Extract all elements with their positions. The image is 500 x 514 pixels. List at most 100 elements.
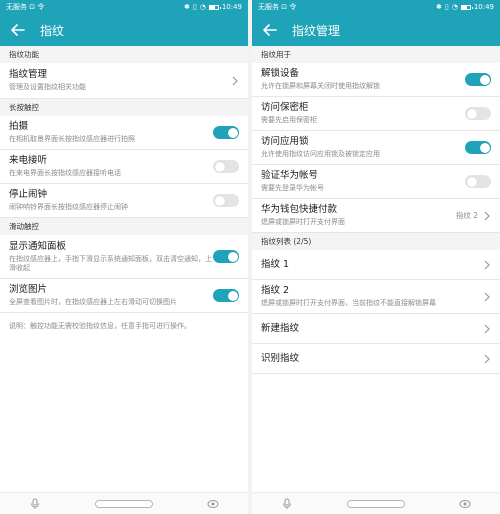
row-title: 浏览图片 <box>9 284 48 295</box>
row-subtitle: 管理及设置指纹相关功能 <box>9 83 86 91</box>
battery-fill <box>209 5 215 9</box>
alarm-icon: ◔ <box>451 2 458 11</box>
toggle-knob <box>479 142 490 153</box>
access-safe-toggle[interactable] <box>465 107 491 120</box>
stop-alarm-row: 停止闹钟 闹钟响铃界面长按指纹感应器停止闹钟 <box>0 184 248 218</box>
eye-icon[interactable] <box>458 497 472 511</box>
new-fingerprint-row[interactable]: 新建指纹 <box>252 314 500 344</box>
fingerprint-screen: 无服务 ⊡ 令 ✱ ▯ ◔ 10:49 指纹 指纹功能 指纹管理 管理及设置指纹… <box>0 0 248 514</box>
carrier-status: 无服务 ⊡ 令 <box>258 3 297 11</box>
battery-icon <box>208 4 221 10</box>
row-title: 指纹 1 <box>261 258 290 270</box>
eye-icon[interactable] <box>206 497 220 511</box>
chevron-right-icon <box>482 354 491 364</box>
row-title: 来电接听 <box>9 155 48 166</box>
battery-fill <box>461 5 467 9</box>
browse-pictures-row: 浏览图片 全屏查看图片时，在指纹感应器上左右滑动可切换图片 <box>0 279 248 313</box>
row-subtitle: 在相机取景界面长按指纹感应器进行拍照 <box>9 135 135 143</box>
home-pill[interactable] <box>347 499 405 508</box>
page-title: 指纹管理 <box>292 23 341 38</box>
row-title: 华为钱包快捷付款 <box>261 204 338 215</box>
access-safe-row: 访问保密柜 需要先启用保密柜 <box>252 97 500 131</box>
bluetooth-icon: ✱ <box>435 2 442 11</box>
touch-note: 说明：触控功能无需校验指纹信息，任意手指可进行操作。 <box>9 322 191 330</box>
section-header-fingerprint-list: 指纹列表 (2/5) <box>252 233 500 250</box>
chevron-right-icon <box>482 324 491 334</box>
battery-icon <box>460 4 473 10</box>
fingerprint-2-row[interactable]: 指纹 2 熄屏或锁屏时打开支付界面，当前指纹不能直接解锁屏幕 <box>252 280 500 314</box>
status-bar: 无服务 ⊡ 令 ✱ ▯ ◔ 10:49 <box>0 0 248 14</box>
row-subtitle: 闹钟响铃界面长按指纹感应器停止闹钟 <box>9 203 128 211</box>
microphone-icon[interactable] <box>28 497 42 511</box>
browse-pictures-toggle[interactable] <box>213 289 239 302</box>
vibrate-icon: ▯ <box>444 2 449 11</box>
identify-fingerprint-row[interactable]: 识别指纹 <box>252 344 500 374</box>
chevron-right-icon <box>482 292 491 302</box>
row-subtitle: 全屏查看图片时，在指纹感应器上左右滑动可切换图片 <box>9 298 177 306</box>
selected-fingerprint-value: 指纹 2 <box>455 211 478 220</box>
fingerprint-management-screen: 无服务 ⊡ 令 ✱ ▯ ◔ 10:49 指纹管理 指纹用于 解锁设备 允许在锁屏… <box>252 0 500 514</box>
chevron-right-icon <box>482 260 491 270</box>
row-title: 验证华为帐号 <box>261 170 319 181</box>
toggle-knob <box>466 176 477 187</box>
answer-call-row: 来电接听 在来电界面长按指纹感应器接听电话 <box>0 150 248 184</box>
row-subtitle: 需要先登录华为帐号 <box>261 184 324 192</box>
chevron-right-icon <box>230 76 239 86</box>
row-title: 解锁设备 <box>261 68 300 79</box>
row-subtitle: 在指纹感应器上，手指下滑显示系统通知面板，双击清空通知，上滑收起 <box>9 254 212 272</box>
row-subtitle: 在来电界面长按指纹感应器接听电话 <box>9 169 121 177</box>
unlock-device-toggle[interactable] <box>465 73 491 86</box>
huawei-id-toggle[interactable] <box>465 175 491 188</box>
row-title: 指纹 2 <box>261 285 290 296</box>
app-lock-toggle[interactable] <box>465 141 491 154</box>
row-subtitle: 允许在锁屏和屏幕关闭时使用指纹解锁 <box>261 82 380 90</box>
toggle-knob <box>479 74 490 85</box>
toggle-knob <box>466 108 477 119</box>
navigation-bar <box>0 492 248 514</box>
unlock-device-row: 解锁设备 允许在锁屏和屏幕关闭时使用指纹解锁 <box>252 63 500 97</box>
status-bar: 无服务 ⊡ 令 ✱ ▯ ◔ 10:49 <box>252 0 500 14</box>
back-arrow-icon[interactable] <box>10 22 26 38</box>
back-arrow-icon[interactable] <box>262 22 278 38</box>
vibrate-icon: ▯ <box>192 2 197 11</box>
row-title: 显示通知面板 <box>9 240 67 252</box>
photo-toggle[interactable] <box>213 126 239 139</box>
row-title: 拍摄 <box>9 121 29 132</box>
toggle-knob <box>227 251 238 262</box>
app-bar: 指纹管理 <box>252 14 500 46</box>
microphone-icon[interactable] <box>280 497 294 511</box>
fingerprint-management-row[interactable]: 指纹管理 管理及设置指纹相关功能 <box>0 63 248 99</box>
notification-panel-row: 显示通知面板 在指纹感应器上，手指下滑显示系统通知面板，双击清空通知，上滑收起 <box>0 235 248 279</box>
notification-panel-toggle[interactable] <box>213 250 239 263</box>
chevron-right-icon <box>482 211 491 221</box>
app-bar: 指纹 <box>0 14 248 46</box>
row-title: 新建指纹 <box>261 322 300 334</box>
app-lock-row: 访问应用锁 允许使用指纹访问应用锁及被锁定应用 <box>252 131 500 165</box>
wallet-quick-pay-row[interactable]: 华为钱包快捷付款 熄屏或锁屏时打开支付界面 指纹 2 <box>252 199 500 233</box>
row-title: 指纹管理 <box>9 69 48 80</box>
carrier-status: 无服务 ⊡ 令 <box>6 3 45 11</box>
row-title: 识别指纹 <box>261 352 300 364</box>
page-title: 指纹 <box>40 23 65 38</box>
bluetooth-icon: ✱ <box>183 2 190 11</box>
section-header-fingerprint-functions: 指纹功能 <box>0 46 248 63</box>
toggle-knob <box>214 195 225 206</box>
status-time: 10:49 <box>221 3 242 11</box>
alarm-icon: ◔ <box>199 2 206 11</box>
stop-alarm-toggle[interactable] <box>213 194 239 207</box>
photo-row: 拍摄 在相机取景界面长按指纹感应器进行拍照 <box>0 116 248 150</box>
home-pill[interactable] <box>95 499 153 508</box>
toggle-knob <box>227 290 238 301</box>
answer-call-toggle[interactable] <box>213 160 239 173</box>
section-header-long-press: 长按触控 <box>0 99 248 116</box>
toggle-knob <box>214 161 225 172</box>
fingerprint-1-row[interactable]: 指纹 1 <box>252 250 500 280</box>
row-title: 访问保密柜 <box>261 102 309 113</box>
section-header-swipe: 滑动触控 <box>0 218 248 235</box>
toggle-knob <box>227 127 238 138</box>
navigation-bar <box>252 492 500 514</box>
row-subtitle: 熄屏或锁屏时打开支付界面 <box>261 218 345 226</box>
status-time: 10:49 <box>473 3 494 11</box>
section-header-used-for: 指纹用于 <box>252 46 500 63</box>
row-title: 停止闹钟 <box>9 189 48 200</box>
